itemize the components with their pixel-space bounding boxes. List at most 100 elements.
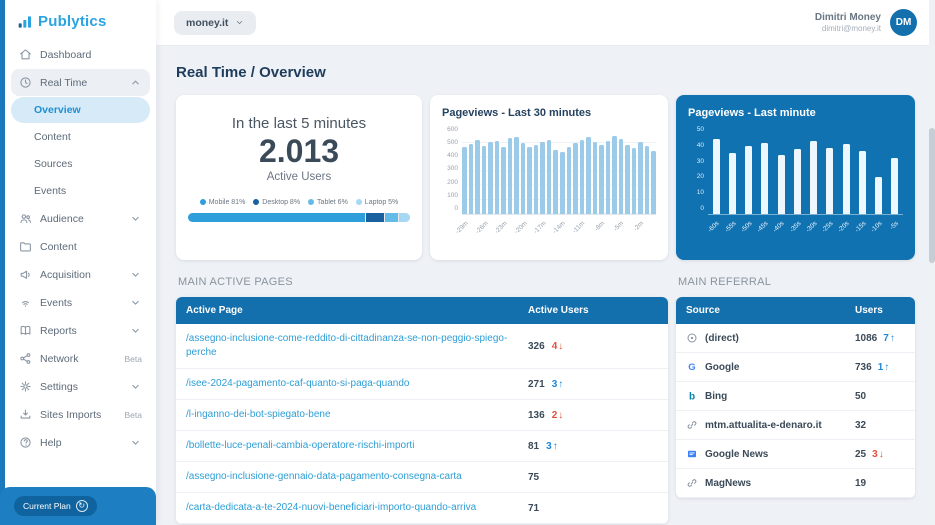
sidebar-item-events[interactable]: Events <box>11 289 150 316</box>
table-row: /assegno-inclusione-gennaio-data-pagamen… <box>176 462 668 493</box>
sidebar-item-content[interactable]: Content <box>11 233 150 260</box>
scrollbar-track[interactable] <box>929 0 935 525</box>
sidebar-item-overview[interactable]: Overview <box>11 97 150 123</box>
bar <box>810 140 818 214</box>
user-info: Dimitri Money dimitri@money.it <box>815 12 881 33</box>
bar-plot <box>708 129 903 215</box>
pageviews-30min-card: Pageviews - Last 30 minutes 600 500 400 300… <box>430 95 668 260</box>
current-plan-button[interactable]: Current Plan ↻ <box>14 496 97 516</box>
sidebar-item-label: Help <box>40 436 62 449</box>
x-axis: -29m -26m -23m -20m -17m -14m -11m -8m -5m -2m <box>454 220 645 236</box>
gnews-icon <box>686 448 698 460</box>
legend-dot <box>253 199 260 206</box>
sidebar-item-label: Dashboard <box>40 48 92 61</box>
delta-down: 2 ↓ <box>551 409 564 421</box>
bar <box>540 141 545 214</box>
bar <box>533 145 539 214</box>
megaphone-icon <box>19 268 32 281</box>
bar-plot <box>462 129 656 215</box>
cards-row: In the last 5 minutes 2.013 Active Users… <box>176 95 915 260</box>
sidebar-item-acquisition[interactable]: Acquisition <box>11 261 150 288</box>
sidebar-item-label: Sites Imports <box>40 408 102 421</box>
delta-down: 3 ↓ <box>872 448 884 460</box>
referral-users-count: 25 <box>855 448 867 460</box>
bar <box>592 141 598 214</box>
chevron-down-icon <box>129 436 142 449</box>
col-active-users: Active Users <box>528 305 589 316</box>
user-menu[interactable]: Dimitri Money dimitri@money.it DM <box>815 9 917 36</box>
bar <box>501 147 506 214</box>
active-page-link[interactable]: /l-inganno-dei-bot-spiegato-bene <box>186 408 508 422</box>
table-row: G Google 736 1 ↑ <box>676 353 915 382</box>
sidebar-item-network[interactable]: Network Beta <box>11 345 150 372</box>
device-legend: Mobile 81% Desktop 8% Tablet 6% Laptop 5% <box>199 199 398 206</box>
bar <box>514 136 519 214</box>
active-users-value: 2.013 <box>258 133 340 169</box>
table-row: b Bing 50 <box>676 382 915 411</box>
sidebar-item-sites-imports[interactable]: Sites Imports Beta <box>11 401 150 428</box>
table-header: Active Page Active Users <box>176 297 668 324</box>
y-axis: 600 500 400 300 200 100 0 <box>447 126 458 212</box>
bar <box>579 140 585 214</box>
chart-title: Pageviews - Last minute <box>688 107 816 119</box>
table-row: /l-inganno-dei-bot-spiegato-bene 136 2 ↓ <box>176 400 668 431</box>
site-selector-label: money.it <box>186 16 229 29</box>
referral-source-label: Bing <box>705 390 728 402</box>
bar <box>566 147 572 214</box>
bar <box>891 157 899 214</box>
site-selector[interactable]: money.it <box>174 10 257 35</box>
active-page-link[interactable]: /assegno-inclusione-come-reddito-di-citt… <box>186 332 508 360</box>
bar <box>559 152 565 214</box>
pageviews-30min-chart: 600 500 400 300 200 100 0 -29m -26m -23m -20m -17m -… <box>442 126 656 244</box>
active-page-link[interactable]: /carta-dedicata-a-te-2024-nuovi-benefici… <box>186 501 508 515</box>
bar <box>475 140 480 214</box>
sidebar-item-help[interactable]: Help <box>11 429 150 456</box>
home-icon <box>19 48 32 61</box>
sidebar-item-dashboard[interactable]: Dashboard <box>11 41 150 68</box>
signal-icon <box>19 296 32 309</box>
beta-badge: Beta <box>124 353 143 364</box>
referral-users-count: 1086 <box>855 332 878 344</box>
active-page-link[interactable]: /isee-2024-pagamento-caf-quanto-si-paga-… <box>186 377 508 391</box>
referral-table: Source Users (direct) 1086 7 ↑ G Google 736 1 ↑ b Bi… <box>676 297 915 498</box>
sidebar-item-real-time[interactable]: Real Time <box>11 69 150 96</box>
bar <box>644 146 650 214</box>
chevron-down-icon <box>129 296 142 309</box>
active-pages-table: Active Page Active Users/assegno-inclusio… <box>176 297 668 524</box>
delta-up: 3 ↑ <box>551 378 564 390</box>
avatar[interactable]: DM <box>890 9 917 36</box>
user-name: Dimitri Money <box>814 12 881 23</box>
referral-users-count: 32 <box>855 419 867 431</box>
device-stackbar <box>188 212 410 222</box>
chevron-down-icon <box>129 380 142 393</box>
publytics-logo[interactable]: Publytics <box>5 0 156 40</box>
sidebar-item-audience[interactable]: Audience <box>11 205 150 232</box>
bar <box>745 146 753 214</box>
user-email: dimitri@money.it <box>821 24 881 33</box>
main-area: money.it Dimitri Money dimitri@money.it … <box>156 0 935 525</box>
col-source: Source <box>686 305 720 316</box>
sidebar-item-content[interactable]: Content <box>11 124 150 150</box>
current-plan-label: Current Plan <box>23 501 71 511</box>
sidebar-item-label: Audience <box>40 212 84 225</box>
active-page-link[interactable]: /assegno-inclusione-gennaio-data-pagamen… <box>186 470 508 484</box>
sidebar-item-settings[interactable]: Settings <box>11 373 150 400</box>
sidebar-item-sources[interactable]: Sources <box>11 151 150 177</box>
pageviews-last-minute-card: Pageviews - Last minute 50 40 30 20 10 0 -60s -… <box>676 95 915 260</box>
bar <box>612 136 617 214</box>
bar <box>605 141 611 214</box>
bar <box>462 147 467 214</box>
users-icon <box>19 212 32 225</box>
bing-icon: b <box>686 390 698 402</box>
active-users-count: 75 <box>528 471 540 483</box>
sidebar-item-reports[interactable]: Reports <box>11 317 150 344</box>
y-axis: 50 40 30 20 10 0 <box>696 126 704 212</box>
sidebar-item-events[interactable]: Events <box>11 178 150 204</box>
active-users-count: 326 <box>528 340 545 352</box>
scrollbar-thumb[interactable] <box>929 128 935 263</box>
sidebar-item-label: Settings <box>40 380 78 393</box>
help-icon <box>19 436 32 449</box>
col-users: Users <box>855 305 883 316</box>
active-page-link[interactable]: /bollette-luce-penali-cambia-operatore-r… <box>186 439 508 453</box>
bar <box>631 148 637 214</box>
